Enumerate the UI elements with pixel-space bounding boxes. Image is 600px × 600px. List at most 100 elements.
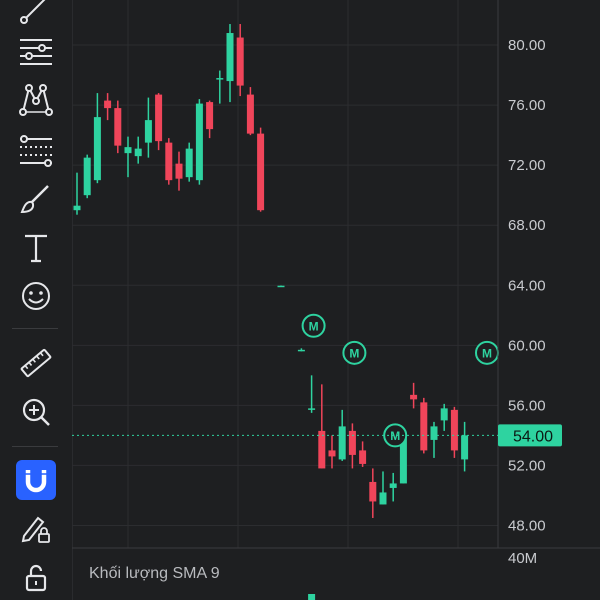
candle	[430, 421, 438, 458]
horizontal-lines-icon	[20, 39, 52, 65]
trade-marker[interactable]: M	[475, 340, 499, 365]
candle-body	[277, 285, 285, 288]
price-tick-label: 56.00	[508, 397, 546, 414]
candle	[450, 406, 458, 458]
trade-marker[interactable]: M	[301, 313, 326, 338]
chart-grid	[72, 0, 498, 548]
candle-body	[410, 394, 418, 400]
trend-line-icon	[20, 0, 46, 24]
zoom-in-icon	[22, 398, 50, 426]
candle-body	[369, 481, 377, 502]
candle-body	[195, 103, 203, 181]
candle	[328, 435, 336, 469]
candle	[277, 285, 285, 288]
lock-drawing-icon	[21, 516, 50, 543]
candle	[379, 471, 387, 505]
candle-body	[93, 117, 101, 181]
candle-body	[124, 147, 132, 154]
candle-body	[379, 492, 387, 505]
candle	[348, 423, 356, 469]
candle-body	[318, 430, 326, 469]
zoom-in-tool[interactable]	[14, 390, 58, 434]
candle	[134, 136, 142, 164]
volume-bars	[308, 594, 316, 600]
candle-body	[328, 450, 336, 457]
ruler-icon	[20, 348, 52, 378]
candle	[195, 99, 203, 185]
lock-drawing-tool[interactable]	[14, 506, 58, 550]
candle-body	[216, 78, 224, 80]
candle-body	[144, 120, 152, 143]
magnet-icon	[25, 470, 47, 493]
candle	[144, 97, 152, 158]
brush-tool[interactable]	[14, 177, 58, 221]
volume-axis-tick: 40M	[508, 550, 537, 567]
candle-body	[155, 94, 163, 142]
candle	[83, 154, 91, 199]
candle-body	[236, 37, 244, 86]
candle	[175, 151, 183, 191]
marker-label: M	[349, 346, 359, 360]
candle-body	[338, 426, 346, 460]
candle-body	[420, 402, 428, 451]
candles	[73, 24, 469, 518]
candle-body	[83, 157, 91, 196]
candle	[226, 24, 234, 103]
drawing-toolbar	[0, 0, 73, 600]
magnet-tool[interactable]	[16, 460, 56, 500]
candle	[124, 136, 132, 178]
candle-body	[104, 100, 112, 109]
price-tick-label: 80.00	[508, 37, 546, 54]
candle-body	[257, 133, 265, 211]
price-chart[interactable]: MMMM 80.00 76.00 72.00 68.00 64.00 60.00 56.00…	[72, 0, 600, 600]
candle	[185, 142, 193, 182]
price-tick-label: 60.00	[508, 337, 546, 354]
candle	[257, 127, 265, 212]
fib-levels-icon	[20, 135, 52, 167]
volume-bar	[308, 594, 316, 600]
trade-marker[interactable]: M	[342, 340, 367, 365]
emoji-icon	[22, 282, 50, 310]
candle	[420, 397, 428, 454]
marker-label: M	[482, 346, 492, 360]
price-tick-label: 64.00	[508, 277, 546, 294]
candle-body	[297, 349, 305, 352]
candle	[216, 70, 224, 104]
candle-body	[114, 108, 122, 146]
candle-body	[430, 426, 438, 440]
candle-body	[134, 148, 142, 157]
candle	[93, 93, 101, 184]
candle-body	[73, 205, 81, 211]
candle	[73, 172, 81, 215]
pattern-tool[interactable]	[14, 77, 58, 121]
candle	[104, 93, 112, 121]
text-icon	[25, 234, 47, 263]
volume-pane-title: Khối lượng SMA 9	[89, 565, 220, 582]
candle-body	[206, 102, 214, 130]
price-axis[interactable]: 80.00 76.00 72.00 68.00 64.00 60.00 56.00 52.00…	[497, 0, 546, 548]
lock-tool[interactable]	[14, 556, 58, 600]
brush-icon	[20, 185, 49, 214]
candle-body	[359, 450, 367, 464]
candle-body	[308, 408, 316, 410]
candle	[410, 382, 418, 409]
trend-line-tool[interactable]	[14, 0, 58, 30]
toolbar-divider	[12, 446, 58, 447]
horizontal-lines-tool[interactable]	[14, 28, 58, 72]
pattern-icon	[19, 84, 53, 116]
candle	[359, 441, 367, 467]
fib-levels-tool[interactable]	[14, 127, 58, 171]
candle-body	[348, 430, 356, 455]
candle-body	[226, 33, 234, 82]
emoji-tool[interactable]	[14, 274, 58, 318]
text-tool[interactable]	[14, 226, 58, 270]
candle-body	[450, 409, 458, 451]
candlestick-chart[interactable]: MMMM 80.0076.0072.0068.0064.0060.0056.00…	[72, 0, 600, 600]
candle-body	[389, 483, 397, 488]
candle	[369, 468, 377, 518]
candle-body	[185, 148, 193, 178]
ruler-tool[interactable]	[14, 341, 58, 385]
candle-body	[461, 435, 469, 460]
candle-body	[175, 163, 183, 179]
price-tick-label: 72.00	[508, 157, 546, 174]
